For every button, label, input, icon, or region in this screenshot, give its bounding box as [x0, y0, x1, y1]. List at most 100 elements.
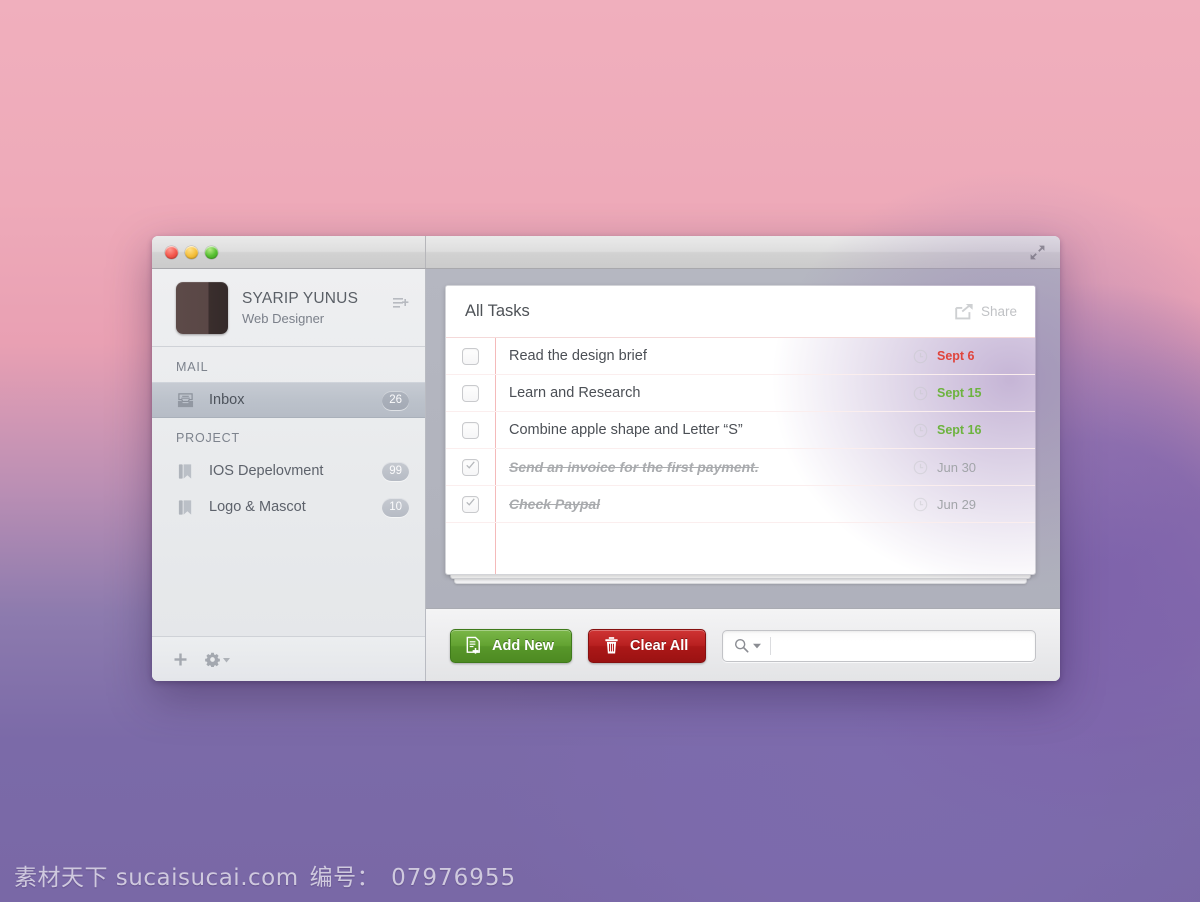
- share-box-arrow-icon: [955, 303, 973, 320]
- window-body: SYARIP YUNUS Web Designer MAIL Inbox 26 …: [152, 269, 1060, 681]
- document-plus-icon: [466, 636, 480, 654]
- add-new-label: Add New: [492, 637, 555, 654]
- checkmark-icon: [465, 460, 475, 469]
- watermark-label: 编号：: [309, 865, 381, 891]
- trash-icon: [605, 637, 618, 654]
- window-titlebar: [152, 236, 1060, 269]
- search-scope-button[interactable]: [723, 636, 772, 655]
- task-date-text: Sept 15: [937, 386, 982, 400]
- sidebar-item-label: Inbox: [209, 392, 245, 408]
- traffic-light-controls: [165, 245, 218, 259]
- task-label: Send an invoice for the first payment.: [509, 459, 759, 475]
- caret-down-icon: [223, 657, 230, 662]
- sidebar-group-label-mail: MAIL: [176, 360, 209, 374]
- book-icon: [178, 463, 192, 479]
- add-new-button[interactable]: Add New: [450, 628, 573, 663]
- watermark-site: 素材天下 sucaisucai.com: [14, 865, 299, 891]
- zoom-button-icon[interactable]: [205, 245, 218, 259]
- task-date-text: Sept 6: [937, 349, 975, 363]
- task-due-date: Jun 30: [913, 460, 1035, 475]
- task-checkbox[interactable]: [462, 421, 479, 439]
- table-row[interactable]: Read the design brief Sept 6: [446, 338, 1035, 375]
- main-content: All Tasks Share Read the design brief Se…: [426, 269, 1060, 681]
- checkmark-icon: [465, 497, 475, 506]
- fullscreen-arrows-icon[interactable]: [1029, 244, 1046, 261]
- table-row[interactable]: Send an invoice for the first payment. J…: [446, 449, 1035, 486]
- app-window: SYARIP YUNUS Web Designer MAIL Inbox 26 …: [152, 236, 1060, 681]
- desktop-wallpaper: SYARIP YUNUS Web Designer MAIL Inbox 26 …: [0, 0, 1200, 902]
- caret-down-icon: [753, 643, 762, 648]
- sidebar-item-label: IOS Depelovment: [209, 463, 324, 479]
- sidebar-item-badge: 26: [382, 390, 409, 410]
- clock-icon: [913, 386, 928, 400]
- task-checkbox-cell[interactable]: [446, 347, 495, 365]
- task-checkbox[interactable]: [462, 495, 479, 513]
- titlebar-right-section: [426, 236, 1060, 268]
- task-label: Read the design brief: [509, 348, 647, 364]
- sidebar-item-badge: 99: [382, 461, 409, 481]
- sidebar-item-inbox[interactable]: Inbox 26: [152, 382, 425, 418]
- clock-icon: [913, 497, 928, 511]
- sidebar: SYARIP YUNUS Web Designer MAIL Inbox 26 …: [152, 269, 426, 681]
- sidebar-group-label-project: PROJECT: [176, 431, 240, 445]
- close-button-icon[interactable]: [165, 245, 178, 259]
- page-title: All Tasks: [465, 302, 530, 320]
- task-list: Read the design brief Sept 6 Learn and R…: [446, 338, 1035, 523]
- avatar: [176, 281, 228, 334]
- task-checkbox-cell[interactable]: [446, 384, 495, 402]
- table-row[interactable]: Learn and Research Sept 15: [446, 375, 1035, 412]
- task-checkbox[interactable]: [462, 384, 479, 402]
- share-label: Share: [980, 304, 1017, 319]
- task-date-text: Jun 29: [937, 496, 977, 512]
- clock-icon: [913, 423, 928, 437]
- task-checkbox-cell[interactable]: [446, 495, 495, 513]
- task-checkbox-cell[interactable]: [446, 458, 495, 476]
- add-to-list-icon[interactable]: [393, 297, 409, 309]
- table-row[interactable]: Check Paypal Jun 29: [446, 486, 1035, 523]
- card-header: All Tasks Share: [446, 286, 1035, 338]
- table-row[interactable]: Combine apple shape and Letter “S” Sept …: [446, 412, 1035, 449]
- sidebar-item-label: Logo & Mascot: [209, 499, 306, 515]
- task-label: Combine apple shape and Letter “S”: [509, 422, 743, 438]
- search-input[interactable]: [771, 631, 1035, 660]
- sidebar-item-ios-depelovment[interactable]: IOS Depelovment 99: [152, 453, 425, 489]
- task-date-text: Jun 30: [937, 459, 977, 475]
- clear-all-label: Clear All: [630, 637, 689, 654]
- profile-text: SYARIP YUNUS Web Designer: [242, 289, 358, 326]
- task-checkbox[interactable]: [462, 347, 479, 365]
- task-date-text: Sept 16: [937, 423, 982, 437]
- task-checkbox[interactable]: [462, 458, 479, 476]
- profile-role: Web Designer: [242, 311, 325, 327]
- watermark-number: 07976955: [391, 865, 517, 891]
- minimize-button-icon[interactable]: [185, 245, 198, 259]
- task-card-wrapper: All Tasks Share Read the design brief Se…: [445, 285, 1036, 584]
- task-due-date: Jun 29: [913, 497, 1035, 512]
- task-label: Learn and Research: [509, 385, 641, 401]
- clock-icon: [913, 349, 928, 363]
- inbox-tray-icon: [177, 392, 194, 407]
- magnifier-icon: [735, 638, 749, 653]
- profile-name: SYARIP YUNUS: [242, 289, 359, 307]
- bottom-toolbar: Add New Clear All: [426, 608, 1060, 681]
- watermark: 素材天下 sucaisucai.com 编号： 07976955: [14, 858, 516, 892]
- sidebar-item-logo-mascot[interactable]: Logo & Mascot 10: [152, 489, 425, 525]
- clear-all-button[interactable]: Clear All: [588, 628, 707, 663]
- task-label: Check Paypal: [509, 496, 601, 512]
- gear-icon: [205, 652, 220, 667]
- share-button[interactable]: Share: [955, 303, 1017, 320]
- titlebar-left-section: [152, 236, 426, 268]
- sidebar-footer: [152, 636, 425, 681]
- task-card: All Tasks Share Read the design brief Se…: [445, 285, 1036, 575]
- search-field[interactable]: [722, 629, 1036, 662]
- add-item-button[interactable]: [174, 653, 187, 666]
- sidebar-item-badge: 10: [382, 497, 409, 517]
- settings-menu-button[interactable]: [205, 652, 230, 667]
- task-checkbox-cell[interactable]: [446, 421, 495, 439]
- task-due-date: Sept 15: [913, 386, 1035, 401]
- book-icon: [178, 499, 192, 515]
- task-due-date: Sept 16: [913, 423, 1035, 438]
- clock-icon: [913, 460, 928, 474]
- profile-section[interactable]: SYARIP YUNUS Web Designer: [152, 269, 425, 347]
- task-due-date: Sept 6: [913, 349, 1035, 364]
